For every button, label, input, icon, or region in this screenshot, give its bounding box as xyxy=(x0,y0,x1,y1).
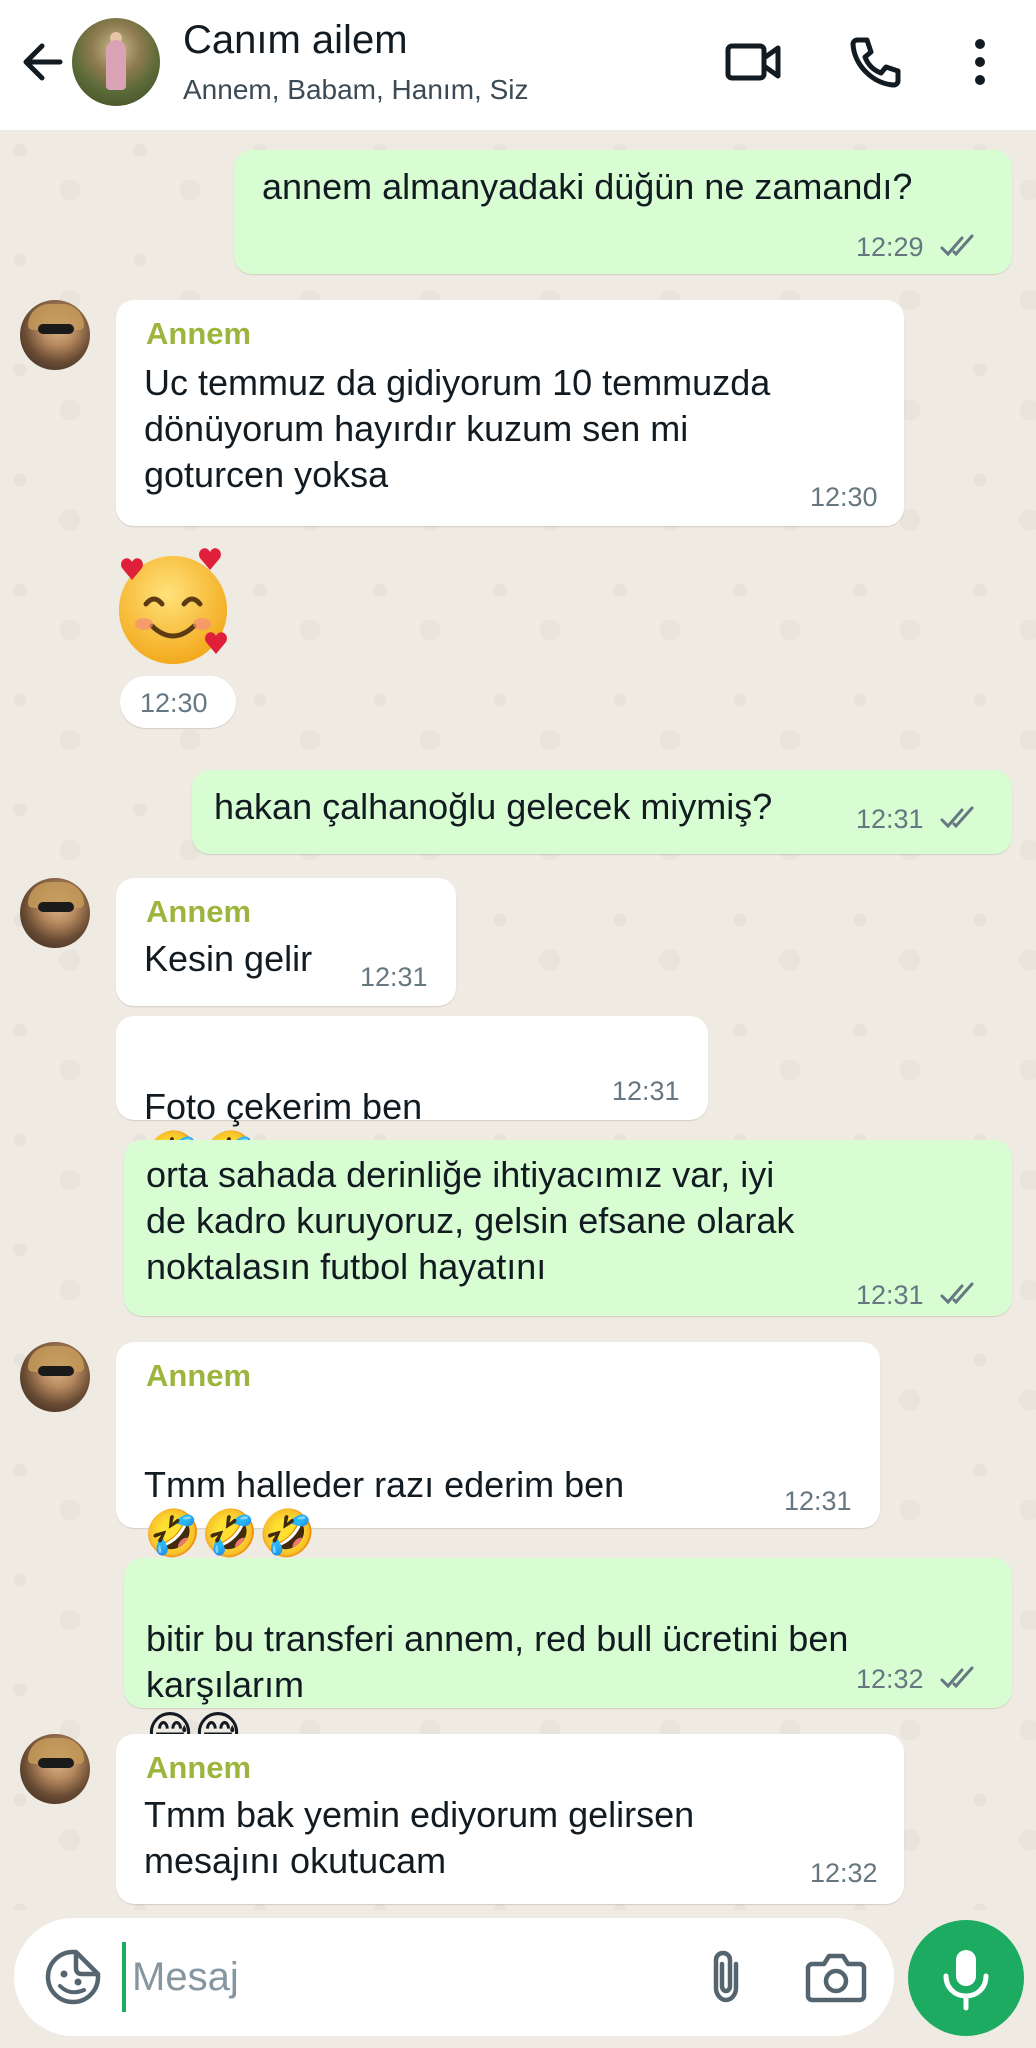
message-time: 12:32 xyxy=(810,1858,878,1888)
incoming-message[interactable]: Foto çekerim ben 🤣🤣 12:31 xyxy=(116,1016,708,1178)
sticker-icon xyxy=(45,1949,101,2005)
message-body: bitir bu transferi annem, red bull ücret… xyxy=(146,1618,849,1705)
sender-name[interactable]: Annem xyxy=(146,1358,251,1394)
message-text: annem almanyadaki düğün ne zamandı? xyxy=(262,166,913,207)
chat-header: Canım ailem Annem, Babam, Hanım, Siz xyxy=(0,0,1036,130)
microphone-icon xyxy=(943,1950,989,2011)
read-receipt-icon xyxy=(940,806,974,829)
message-time: 12:30 xyxy=(140,688,208,718)
message-time: 12:31 xyxy=(612,1076,680,1106)
outgoing-message[interactable]: hakan çalhanoğlu gelecek miymiş? 12:31 xyxy=(192,770,1012,854)
camera-icon xyxy=(805,1953,867,2003)
emoji-time-chip: 12:30 xyxy=(120,676,236,728)
rolling-laughing-emoji: 🤣🤣🤣 xyxy=(144,1507,316,1560)
sender-name[interactable]: Annem xyxy=(146,894,251,930)
message-text: Uc temmuz da gidiyorum 10 temmuzda dönüy… xyxy=(144,362,771,495)
attach-button[interactable] xyxy=(696,1946,758,2008)
sender-avatar[interactable] xyxy=(20,1734,90,1804)
message-time: 12:32 xyxy=(856,1664,924,1694)
voice-call-button[interactable] xyxy=(843,30,907,94)
sender-avatar[interactable] xyxy=(20,1342,90,1412)
message-time: 12:29 xyxy=(856,232,924,262)
message-time: 12:31 xyxy=(360,962,428,992)
group-members[interactable]: Annem, Babam, Hanım, Siz xyxy=(183,74,528,106)
video-call-button[interactable] xyxy=(722,30,786,94)
sender-name[interactable]: Annem xyxy=(146,316,251,352)
emoji-message[interactable] xyxy=(108,538,238,668)
incoming-message[interactable]: Annem Tmm bak yemin ediyorum gelirsen me… xyxy=(116,1734,904,1904)
voice-message-button[interactable] xyxy=(908,1920,1024,2036)
message-text: Kesin gelir xyxy=(144,938,313,979)
outgoing-message[interactable]: bitir bu transferi annem, red bull ücret… xyxy=(124,1558,1012,1756)
message-time: 12:30 xyxy=(810,482,878,512)
paperclip-icon xyxy=(713,1950,739,2003)
camera-button[interactable] xyxy=(804,1946,868,2008)
read-receipt-icon xyxy=(940,1282,974,1305)
more-options-button[interactable] xyxy=(950,30,1010,94)
incoming-message[interactable]: Annem Uc temmuz da gidiyorum 10 temmuzda… xyxy=(116,300,904,526)
outgoing-message[interactable]: orta sahada derinliğe ihtiyacımız var, i… xyxy=(124,1140,1012,1316)
message-input[interactable] xyxy=(122,1942,682,2012)
incoming-message[interactable]: Annem Kesin gelir 12:31 xyxy=(116,878,456,1006)
outgoing-message[interactable]: annem almanyadaki düğün ne zamandı? 12:2… xyxy=(234,150,1012,274)
back-button[interactable] xyxy=(14,30,70,94)
message-composer xyxy=(14,1918,894,2036)
message-text: hakan çalhanoğlu gelecek miymiş? xyxy=(214,786,773,827)
message-body: Foto çekerim ben xyxy=(144,1086,423,1127)
message-text: bitir bu transferi annem, red bull ücret… xyxy=(146,1570,848,1756)
video-call-icon xyxy=(725,43,781,81)
phone-icon xyxy=(850,37,901,88)
message-text: orta sahada derinliğe ihtiyacımız var, i… xyxy=(146,1154,795,1287)
smiling-face-with-hearts-emoji xyxy=(119,548,227,664)
message-time: 12:31 xyxy=(856,804,924,834)
message-text: Tmm halleder razı ederim ben 🤣🤣🤣 xyxy=(144,1416,624,1556)
sender-name[interactable]: Annem xyxy=(146,1750,251,1786)
message-time: 12:31 xyxy=(856,1280,924,1310)
message-list[interactable]: annem almanyadaki düğün ne zamandı? 12:2… xyxy=(0,130,1036,1910)
more-vert-icon xyxy=(975,39,985,85)
group-avatar[interactable] xyxy=(72,18,160,106)
read-receipt-icon xyxy=(940,234,974,257)
message-text: Tmm bak yemin ediyorum gelirsen mesajını… xyxy=(144,1794,695,1881)
sender-avatar[interactable] xyxy=(20,878,90,948)
sticker-button[interactable] xyxy=(42,1946,104,2008)
chat-title[interactable]: Canım ailem xyxy=(183,18,408,63)
sender-avatar[interactable] xyxy=(20,300,90,370)
incoming-message[interactable]: Annem Tmm halleder razı ederim ben 🤣🤣🤣 1… xyxy=(116,1342,880,1556)
read-receipt-icon xyxy=(940,1666,974,1689)
message-time: 12:31 xyxy=(784,1486,852,1516)
back-arrow-icon xyxy=(23,43,63,81)
message-body: Tmm halleder razı ederim ben xyxy=(144,1464,625,1505)
